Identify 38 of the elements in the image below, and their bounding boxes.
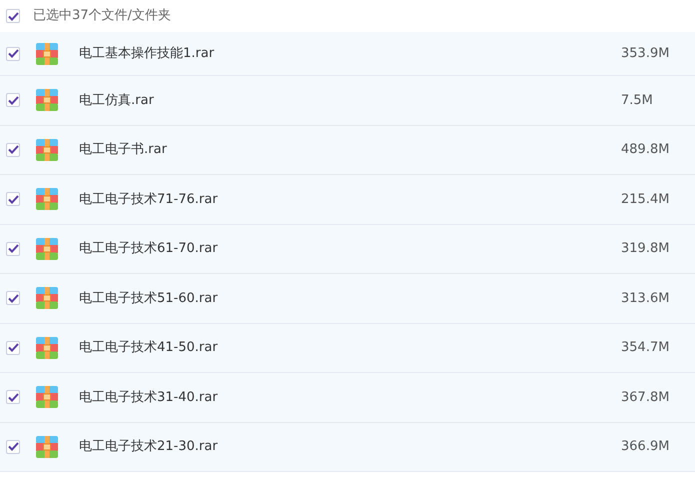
checkbox[interactable]: [6, 242, 20, 256]
archive-icon: [36, 138, 58, 161]
file-size: 353.9M: [621, 44, 670, 63]
checkbox[interactable]: [6, 9, 20, 23]
file-size: 354.7M: [621, 339, 670, 357]
checkbox[interactable]: [6, 440, 20, 454]
file-name[interactable]: 电工仿真.rar: [79, 90, 154, 110]
selection-count: 已选中37个文件/文件夹: [33, 7, 171, 26]
checkbox[interactable]: [6, 192, 20, 206]
checkbox[interactable]: [6, 46, 20, 60]
checkbox[interactable]: [6, 142, 20, 157]
file-size: 489.8M: [621, 141, 670, 159]
file-name[interactable]: 电工电子技术21-30.rar: [79, 437, 218, 456]
file-size: 313.6M: [621, 290, 670, 308]
file-size: 215.4M: [621, 190, 670, 208]
file-size: 367.8M: [621, 388, 670, 406]
archive-icon: [36, 287, 58, 310]
file-name[interactable]: 电工电子技术51-60.rar: [79, 288, 218, 308]
archive-icon: [36, 436, 58, 458]
archive-icon: [36, 336, 58, 359]
checkbox[interactable]: [6, 93, 20, 108]
file-name[interactable]: 电工电子技术41-50.rar: [79, 338, 218, 358]
archive-icon: [36, 238, 58, 260]
file-size: 7.5M: [621, 92, 654, 110]
file-name[interactable]: 电工电子技术61-70.rar: [79, 239, 218, 258]
archive-icon: [36, 89, 58, 112]
archive-icon: [36, 188, 58, 210]
file-name[interactable]: 电工电子书.rar: [79, 140, 167, 160]
archive-icon: [36, 42, 58, 64]
checkbox[interactable]: [6, 390, 20, 404]
file-size: 319.8M: [621, 240, 670, 258]
file-name[interactable]: 电工基本操作技能1.rar: [79, 44, 214, 64]
checkbox[interactable]: [6, 340, 20, 355]
archive-icon: [36, 386, 58, 408]
file-name[interactable]: 电工电子技术71-76.rar: [79, 190, 218, 209]
checkbox[interactable]: [6, 291, 20, 306]
file-size: 366.9M: [621, 438, 670, 456]
file-name[interactable]: 电工电子技术31-40.rar: [79, 388, 218, 407]
